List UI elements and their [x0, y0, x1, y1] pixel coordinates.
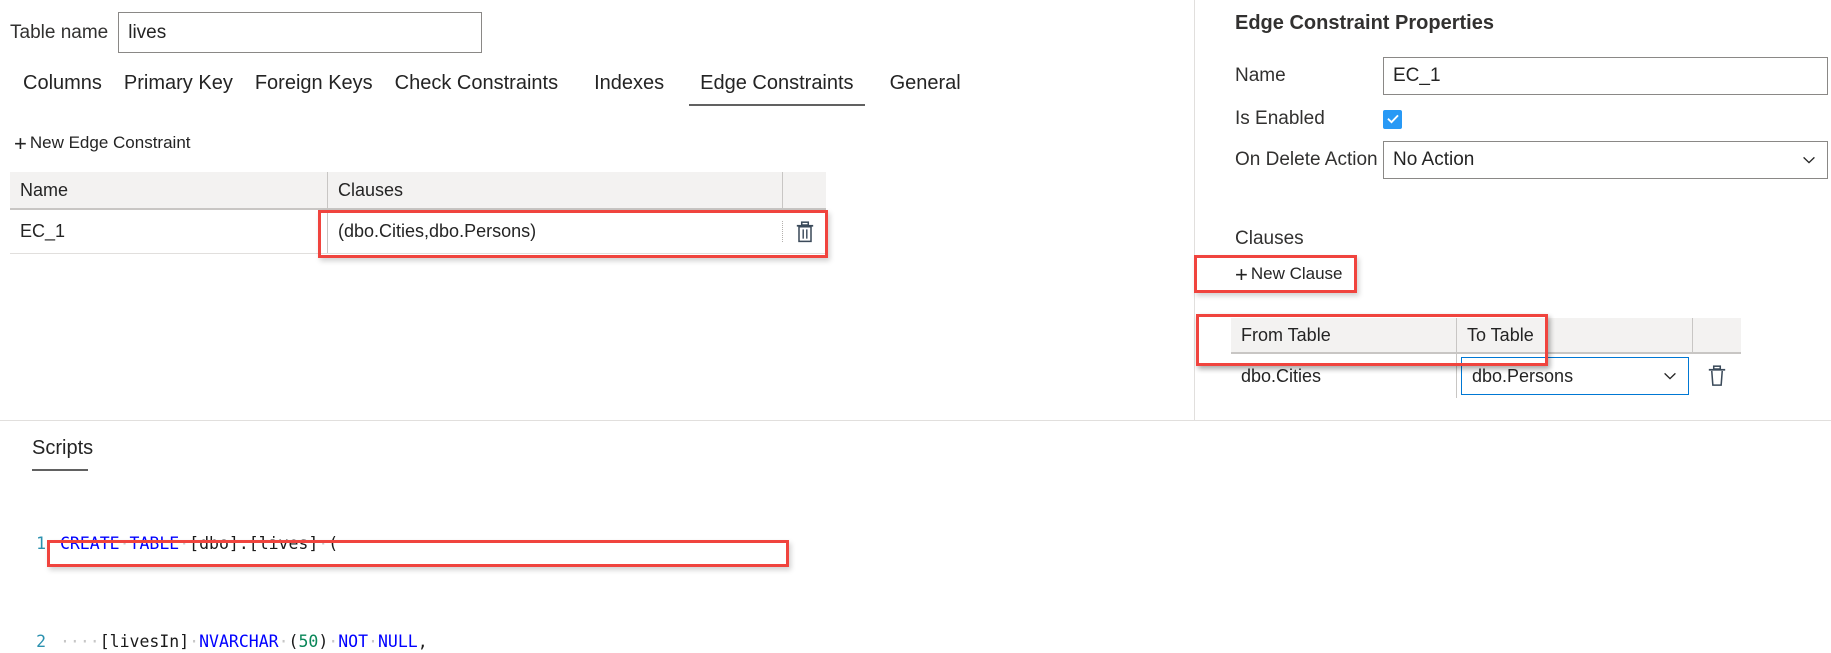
panel-title: Edge Constraint Properties: [1235, 12, 1494, 34]
new-clause-button[interactable]: + New Clause: [1231, 262, 1347, 286]
cell-from-table: dbo.Cities: [1231, 354, 1457, 398]
name-label: Name: [1235, 65, 1286, 86]
edge-constraint-properties-panel: Edge Constraint Properties Name Is Enabl…: [1194, 0, 1831, 420]
chevron-down-icon: [1664, 372, 1676, 380]
property-row-is-enabled: Is Enabled: [1235, 108, 1402, 130]
tab-foreign-keys[interactable]: Foreign Keys: [244, 71, 384, 106]
code-line-1: 1 CREATE·TABLE·[dbo].[lives]·(: [0, 532, 994, 557]
tab-edge-constraints[interactable]: Edge Constraints: [689, 71, 865, 106]
edge-constraints-grid: Name Clauses EC_1 (dbo.Cities,dbo.Person…: [10, 172, 826, 254]
check-icon: [1386, 114, 1399, 124]
new-edge-constraint-button[interactable]: + New Edge Constraint: [10, 131, 195, 155]
table-name-input[interactable]: [118, 12, 483, 53]
tab-indexes[interactable]: Indexes: [583, 71, 675, 106]
plus-icon: +: [14, 130, 27, 156]
code-line-2: 2 ····[livesIn]·NVARCHAR·(50)·NOT·NULL,: [0, 630, 994, 653]
column-header-clauses: Clauses: [328, 172, 783, 208]
tab-check-constraints[interactable]: Check Constraints: [384, 71, 569, 106]
on-delete-action-select[interactable]: No Action: [1383, 141, 1828, 179]
scripts-title-underline: [32, 469, 88, 471]
property-row-name: Name: [1235, 57, 1828, 95]
delete-clause-button[interactable]: [1693, 364, 1741, 388]
tab-general[interactable]: General: [879, 71, 972, 106]
is-enabled-checkbox[interactable]: [1383, 109, 1402, 129]
new-edge-constraint-label: New Edge Constraint: [29, 133, 191, 152]
on-delete-action-label: On Delete Action: [1235, 149, 1378, 170]
line-number: 2: [36, 632, 46, 651]
tab-columns[interactable]: Columns: [12, 71, 113, 106]
table-name-label: Table name: [10, 21, 109, 43]
trash-icon: [796, 220, 813, 242]
edge-constraints-grid-header: Name Clauses: [10, 172, 826, 210]
property-row-on-delete-action: On Delete Action No Action: [1235, 141, 1828, 179]
clauses-label: Clauses: [1235, 228, 1304, 249]
clauses-grid: From Table To Table dbo.Cities dbo.Perso…: [1231, 318, 1741, 398]
table-row[interactable]: EC_1 (dbo.Cities,dbo.Persons): [10, 210, 826, 254]
to-table-select[interactable]: dbo.Persons: [1461, 357, 1689, 395]
scripts-pane: Scripts 1 CREATE·TABLE·[dbo].[lives]·( 2 ·…: [0, 420, 1831, 653]
scripts-title: Scripts: [32, 437, 94, 459]
clauses-grid-header: From Table To Table: [1231, 318, 1741, 354]
designer-tabs: Columns Primary Key Foreign Keys Check C…: [12, 66, 972, 106]
table-designer: Table name Columns Primary Key Foreign K…: [0, 0, 1831, 653]
tab-primary-key[interactable]: Primary Key: [113, 71, 244, 106]
is-enabled-label: Is Enabled: [1235, 108, 1325, 129]
chevron-down-icon: [1803, 156, 1815, 164]
table-name-row: Table name: [10, 12, 483, 53]
cell-clauses: (dbo.Cities,dbo.Persons): [328, 221, 783, 242]
column-header-from-table: From Table: [1231, 318, 1457, 352]
column-header-to-table: To Table: [1457, 318, 1693, 352]
trash-icon: [1708, 365, 1726, 386]
line-number: 1: [36, 534, 46, 553]
constraint-name-input[interactable]: [1383, 57, 1828, 95]
list-item[interactable]: dbo.Cities dbo.Persons: [1231, 354, 1741, 398]
cell-to-table: dbo.Persons: [1457, 357, 1693, 395]
delete-row-button[interactable]: [783, 220, 826, 244]
left-pane: Table name Columns Primary Key Foreign K…: [0, 0, 1194, 420]
column-header-name: Name: [10, 172, 328, 208]
new-clause-label: New Clause: [1250, 264, 1343, 283]
plus-icon: +: [1235, 261, 1248, 287]
to-table-value: dbo.Persons: [1472, 365, 1574, 386]
sql-script-editor[interactable]: 1 CREATE·TABLE·[dbo].[lives]·( 2 ····[live…: [0, 483, 994, 653]
on-delete-action-value: No Action: [1393, 149, 1475, 170]
cell-name: EC_1: [10, 210, 328, 253]
